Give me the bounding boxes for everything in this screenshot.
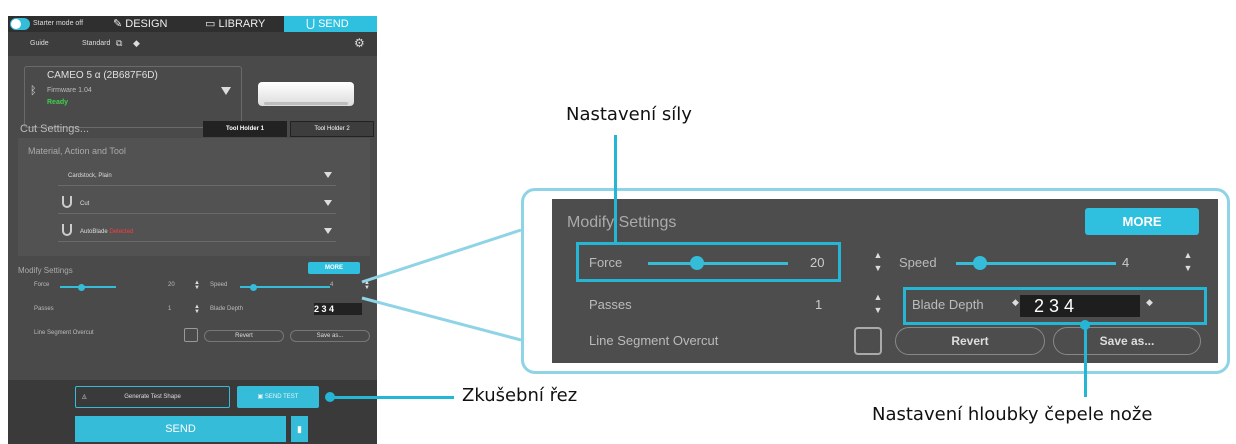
zoom-more-button[interactable]: MORE <box>1085 208 1199 235</box>
zoom-passes-value: 1 <box>815 297 823 312</box>
zoom-speed-stepper[interactable]: ▲ ▼ <box>1183 249 1193 277</box>
blade-depth-callout-dot <box>1080 320 1090 330</box>
force-callout-line <box>614 135 617 243</box>
zoom-overcut-checkbox[interactable] <box>854 327 882 355</box>
zoom-save-as-button[interactable]: Save as... <box>1053 327 1201 355</box>
force-highlight-box <box>576 242 841 282</box>
zoom-speed-slider-handle[interactable] <box>973 256 987 270</box>
blade-depth-highlight-box <box>903 287 1207 325</box>
blade-depth-callout-line <box>1084 325 1087 397</box>
zoom-overcut-label: Line Segment Overcut <box>589 333 719 348</box>
test-cut-callout-dot <box>325 392 335 402</box>
zoom-modify-settings-heading: Modify Settings <box>567 214 677 231</box>
zoom-force-stepper[interactable]: ▲ ▼ <box>873 249 883 277</box>
zoom-speed-value: 4 <box>1122 255 1130 270</box>
zoom-passes-label: Passes <box>589 297 632 312</box>
test-cut-callout-label: Zkušební řez <box>462 385 578 406</box>
force-callout-label: Nastavení síly <box>566 104 692 125</box>
zoom-passes-stepper[interactable]: ▲ ▼ <box>873 291 883 319</box>
zoom-connector-line <box>361 228 522 284</box>
zoom-speed-label: Speed <box>899 255 937 270</box>
zoom-connector-line <box>361 296 522 342</box>
blade-depth-callout-label: Nastavení hloubky čepele nože <box>872 404 1153 425</box>
test-cut-callout-line <box>330 396 454 399</box>
zoom-revert-button[interactable]: Revert <box>895 327 1045 355</box>
